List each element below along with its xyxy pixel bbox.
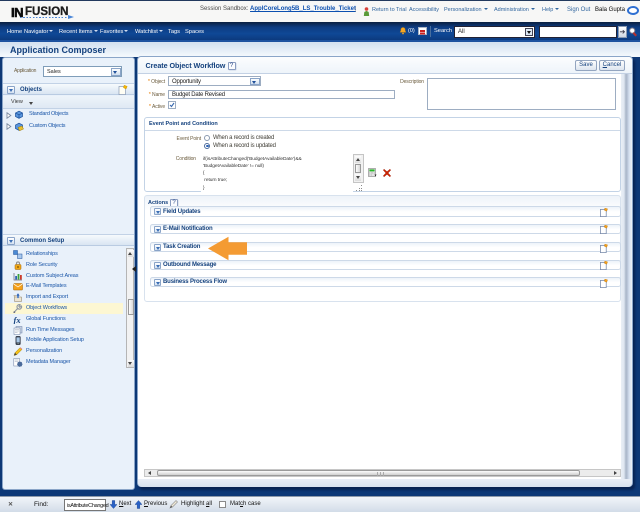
- svg-text:fx: fx: [14, 315, 22, 324]
